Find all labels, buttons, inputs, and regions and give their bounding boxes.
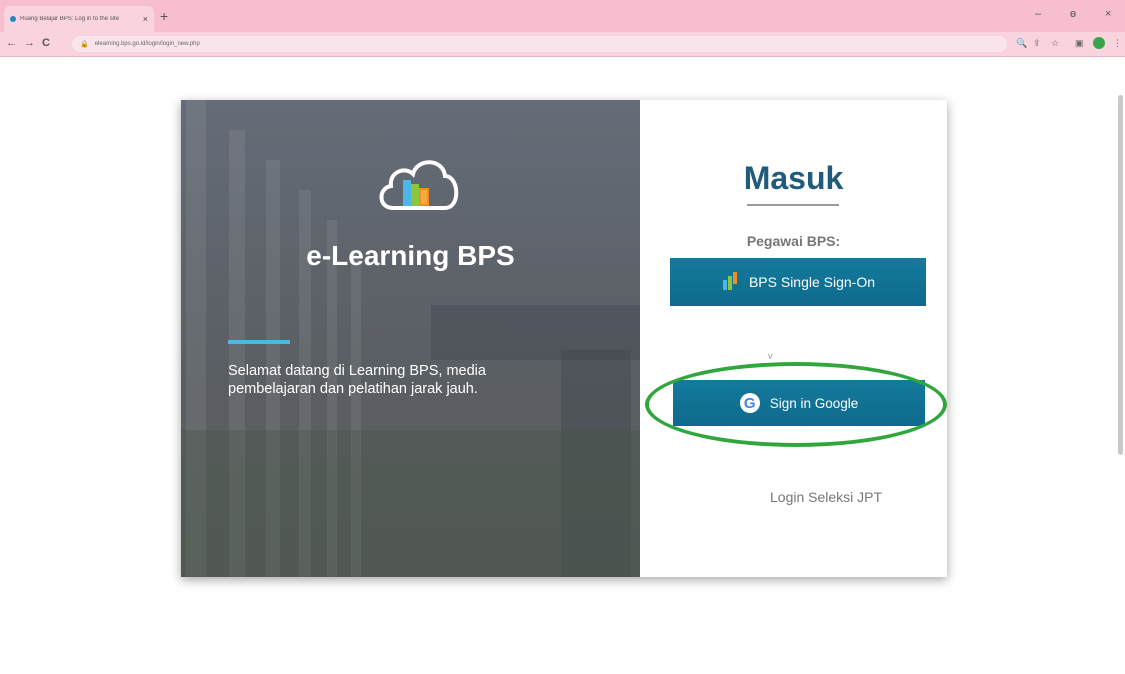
browser-tab-bar: Ruang Belajar BPS: Log in to the site × …: [0, 0, 1125, 32]
google-button-label: Sign in Google: [769, 395, 859, 411]
tab-title: Ruang Belajar BPS: Log in to the site: [20, 16, 120, 22]
address-bar-row: ← → C 🔒 elearning.bps.go.id/login/login_…: [0, 32, 1125, 57]
tab-close-icon[interactable]: ×: [143, 14, 148, 24]
bps-logo-icon: [722, 272, 737, 290]
bookmark-star-icon[interactable]: ☆: [1051, 38, 1059, 49]
sso-button-label: BPS Single Sign-On: [748, 274, 876, 290]
forward-icon[interactable]: →: [24, 37, 35, 49]
reload-icon[interactable]: C: [42, 37, 50, 49]
favicon-icon: [10, 16, 16, 22]
page-scrollbar[interactable]: [1118, 95, 1123, 455]
close-window-icon[interactable]: ×: [1105, 8, 1111, 20]
zoom-icon[interactable]: 🔍: [1016, 38, 1027, 49]
extension-icon[interactable]: ▣: [1075, 38, 1084, 49]
url-text: elearning.bps.go.id/login/login_new.php: [94, 41, 200, 47]
hero-panel: e-Learning BPS Selamat datang di Learnin…: [181, 100, 640, 577]
login-card: e-Learning BPS Selamat datang di Learnin…: [181, 100, 947, 577]
jpt-login-link[interactable]: Login Seleksi JPT: [770, 489, 882, 505]
lock-icon: 🔒: [80, 41, 89, 48]
welcome-text: Selamat datang di Learning BPS, media pe…: [228, 363, 486, 397]
google-signin-button[interactable]: G Sign in Google: [673, 380, 925, 426]
heading-underline: [747, 204, 839, 206]
new-tab-button[interactable]: +: [160, 8, 168, 24]
google-icon: G: [739, 393, 760, 413]
minimize-icon[interactable]: –: [1035, 8, 1041, 20]
address-bar[interactable]: 🔒 elearning.bps.go.id/login/login_new.ph…: [72, 36, 1007, 52]
menu-kebab-icon[interactable]: ⋮: [1113, 38, 1122, 49]
sso-button[interactable]: BPS Single Sign-On: [670, 258, 926, 306]
profile-avatar-icon[interactable]: [1093, 37, 1105, 49]
divider-mark: v: [768, 351, 773, 361]
browser-tab[interactable]: Ruang Belajar BPS: Log in to the site ×: [4, 6, 154, 32]
share-icon[interactable]: ⇪: [1033, 38, 1041, 49]
accent-line: [228, 340, 290, 344]
login-panel: Masuk Pegawai BPS: BPS Single Sign-On v …: [640, 100, 947, 577]
cloud-logo-icon: [379, 160, 459, 210]
back-icon[interactable]: ←: [6, 37, 17, 49]
hero-title: e-Learning BPS: [306, 240, 515, 271]
maximize-icon[interactable]: ɵ: [1070, 8, 1076, 20]
employee-label: Pegawai BPS:: [746, 233, 841, 249]
login-heading: Masuk: [743, 160, 844, 196]
